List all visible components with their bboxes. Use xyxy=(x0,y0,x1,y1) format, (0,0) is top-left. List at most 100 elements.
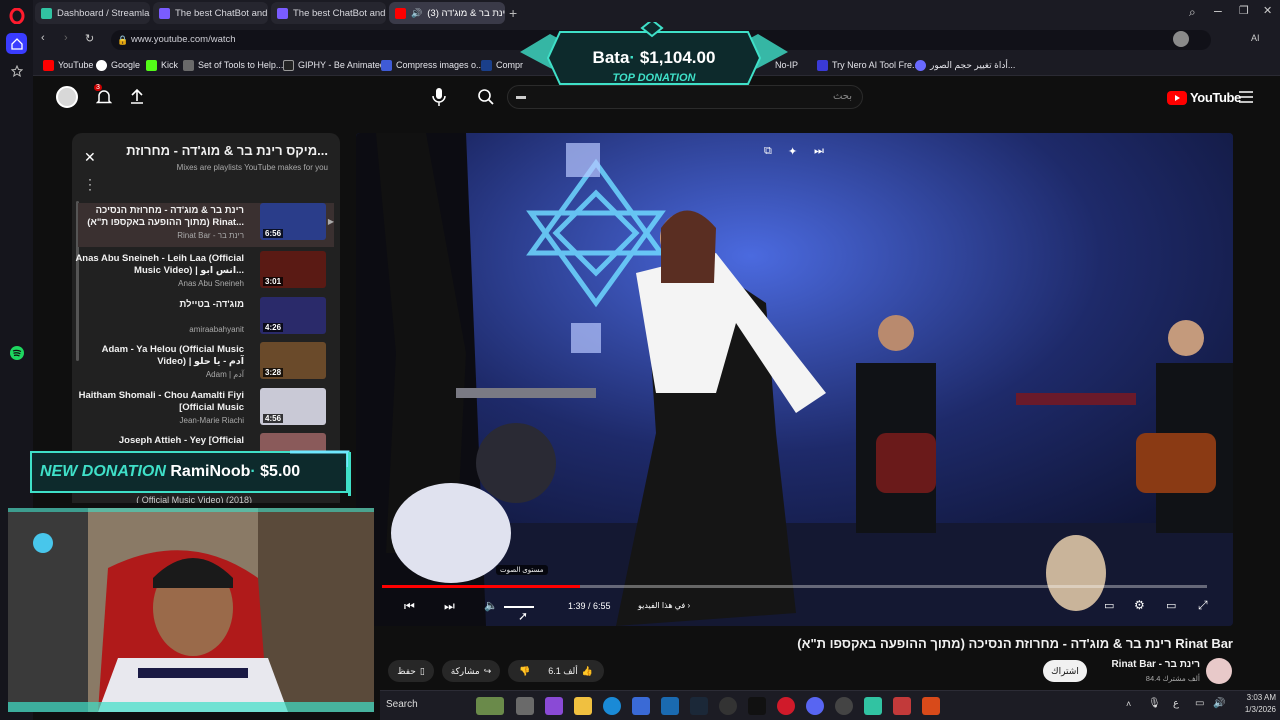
previous-icon[interactable]: ⏮ xyxy=(404,599,415,614)
obs-icon[interactable] xyxy=(835,697,853,715)
bookmark-kick[interactable]: Kick xyxy=(146,58,178,72)
playlist-item-duration: 3:01 xyxy=(263,277,284,286)
maximize-icon[interactable]: ❐ xyxy=(1239,4,1249,17)
volume-slider[interactable] xyxy=(504,606,534,608)
store-icon[interactable] xyxy=(632,697,650,715)
chapter-button[interactable]: في هذا الفيديو › xyxy=(638,601,690,610)
bookmark-giphy[interactable]: GIPHY - Be Animated xyxy=(283,58,385,72)
clock-time[interactable]: 3:03 AM xyxy=(1216,693,1276,702)
search-icon[interactable] xyxy=(477,88,495,106)
new-tab-icon[interactable]: + xyxy=(509,5,517,21)
close-playlist-icon[interactable]: ✕ xyxy=(84,149,96,166)
like-icon[interactable]: 👍 xyxy=(582,666,593,677)
taskbar-search[interactable]: Search xyxy=(386,699,418,710)
speaker-icon[interactable]: 🔊 xyxy=(411,8,422,19)
tab-label: Dashboard / Streamlabs xyxy=(57,7,150,19)
network-icon[interactable]: ▭ xyxy=(1195,698,1204,709)
video-player[interactable]: ⧉ ✦ ⏭ مستوى الصوت ⏮ ⏭ 🔈 1:39 / 6:55 في ه… xyxy=(356,133,1233,626)
nero-icon xyxy=(817,59,828,71)
app-icon[interactable] xyxy=(719,697,737,715)
minimize-icon[interactable]: – xyxy=(1214,2,1222,18)
bookmark-tools[interactable]: Set of Tools to Help... xyxy=(183,58,283,72)
tab-chatbot-2[interactable]: The best ChatBot and Wid xyxy=(271,2,386,24)
upload-icon[interactable] xyxy=(130,88,144,104)
volume-icon[interactable]: 🔈 xyxy=(484,599,498,612)
more-options-icon[interactable]: · · · xyxy=(88,173,92,195)
cast-icon[interactable]: ✦ xyxy=(788,145,797,158)
voice-search-icon[interactable] xyxy=(431,87,447,107)
playlist-item[interactable]: מוג'דה- בטיילת amiraabahyanit 4:26 xyxy=(78,297,334,341)
next-icon[interactable]: ⏭ xyxy=(444,599,455,614)
tray-chevron-icon[interactable]: ˄ xyxy=(1126,699,1131,709)
edge-icon[interactable] xyxy=(603,697,621,715)
playlist-item-current[interactable]: רינת בר & מוג'דה - מחרוזת הנסיכה (מתוך ה… xyxy=(78,203,334,247)
bookmark-compress[interactable]: Compress images o... xyxy=(381,58,484,72)
channel-name[interactable]: Rinat Bar - רינת בר xyxy=(1100,659,1200,670)
playlist-item[interactable]: Anas Abu Sneineh - Leih Laa (Official Mu… xyxy=(75,251,334,295)
language-indicator[interactable]: ع xyxy=(1173,698,1179,709)
mix-playlist-panel: מיקס רינת בר & מוג'דה - מחרוזת... Mixes … xyxy=(72,133,340,503)
app-icon[interactable] xyxy=(893,697,911,715)
dislike-icon[interactable]: 👎 xyxy=(519,666,530,677)
settings-icon[interactable]: ⚙ xyxy=(1134,598,1145,612)
playlist-item-title: Haitham Shomali - Chou Aamalti Fiyi [Off… xyxy=(78,390,244,413)
tiktok-icon[interactable] xyxy=(748,697,766,715)
progress-bar[interactable] xyxy=(382,585,1207,588)
autoplay-icon[interactable]: ⏭ xyxy=(814,145,824,158)
bookmark-nero[interactable]: Try Nero AI Tool Fre... xyxy=(817,58,920,72)
copilot-icon[interactable] xyxy=(545,697,563,715)
tab-streamlabs[interactable]: Dashboard / Streamlabs xyxy=(35,2,150,24)
youtube-tab-icon xyxy=(395,7,406,19)
aria-label[interactable]: AI xyxy=(1251,33,1260,43)
steam-icon[interactable] xyxy=(690,697,708,715)
playlist-title: מיקס רינת בר & מוג'דה - מחרוזת... xyxy=(126,143,328,158)
fullscreen-icon[interactable]: ⤢ xyxy=(1198,598,1208,613)
bookmark-google[interactable]: Google xyxy=(96,58,140,72)
subscribe-button[interactable]: اشتراك xyxy=(1043,660,1087,682)
now-playing-icon: ▶ xyxy=(327,217,334,226)
opera-taskbar-icon[interactable] xyxy=(777,697,795,715)
share-button[interactable]: مشاركة ↪ xyxy=(442,660,500,682)
playlist-item[interactable]: Adam - Ya Helou (Official Music Video) |… xyxy=(78,342,334,386)
widgets-icon[interactable] xyxy=(476,697,504,715)
mic-icon[interactable]: 🎙 xyxy=(1148,698,1161,709)
tab-chatbot-1[interactable]: The best ChatBot and Wid xyxy=(153,2,268,24)
new-donation-text: NEW DONATION RamiNoob· $5.00 xyxy=(40,463,301,480)
spotify-icon[interactable] xyxy=(6,342,27,363)
close-window-icon[interactable]: ✕ xyxy=(1263,4,1272,17)
save-button[interactable]: حفظ ▯ xyxy=(388,660,434,682)
bookmark-resize[interactable]: أداة تغيير حجم الصور... xyxy=(915,58,1015,72)
time-display: 1:39 / 6:55 xyxy=(568,601,611,611)
webcam-feed xyxy=(8,508,374,712)
menu-icon[interactable] xyxy=(1239,91,1253,103)
back-icon[interactable]: ‹ xyxy=(41,32,45,44)
playlist-item[interactable]: Haitham Shomali - Chou Aamalti Fiyi [Off… xyxy=(78,388,334,432)
captions-icon[interactable]: ▭ xyxy=(1104,599,1114,612)
user-avatar[interactable] xyxy=(56,86,78,108)
file-explorer-icon[interactable] xyxy=(574,697,592,715)
bookmark-compress-2[interactable]: Compr xyxy=(481,58,523,72)
tab-youtube-active[interactable]: 🔊 רינת בר & מוג'דה (3) ✕ xyxy=(389,2,505,24)
forward-icon[interactable]: › xyxy=(64,32,68,44)
opera-logo-icon[interactable] xyxy=(6,5,27,26)
tools-icon xyxy=(183,59,194,71)
profile-avatar[interactable] xyxy=(1173,31,1189,47)
notifications-icon[interactable]: 3 xyxy=(94,84,112,106)
miniplayer-icon[interactable]: ⧉ xyxy=(764,145,772,158)
channel-avatar[interactable] xyxy=(1206,658,1232,684)
theater-icon[interactable]: ▭ xyxy=(1166,599,1176,612)
task-view-icon[interactable] xyxy=(516,697,534,715)
bookmark-label: أداة تغيير حجم الصور... xyxy=(930,59,1016,70)
new-donation-amount: $5.00 xyxy=(260,463,301,480)
youtube-logo[interactable]: YouTube xyxy=(1167,90,1241,105)
home-icon[interactable] xyxy=(6,33,27,54)
discord-icon[interactable] xyxy=(806,697,824,715)
bookmark-youtube[interactable]: YouTube xyxy=(43,58,93,72)
clock-date[interactable]: 1/3/2026 xyxy=(1216,705,1276,714)
outlook-icon[interactable] xyxy=(661,697,679,715)
search-tabs-icon[interactable]: ⌕ xyxy=(1189,5,1196,20)
reload-icon[interactable]: ↻ xyxy=(85,32,94,45)
streamlabs-taskbar-icon[interactable] xyxy=(864,697,882,715)
star-icon[interactable] xyxy=(6,60,27,81)
app-icon[interactable] xyxy=(922,697,940,715)
